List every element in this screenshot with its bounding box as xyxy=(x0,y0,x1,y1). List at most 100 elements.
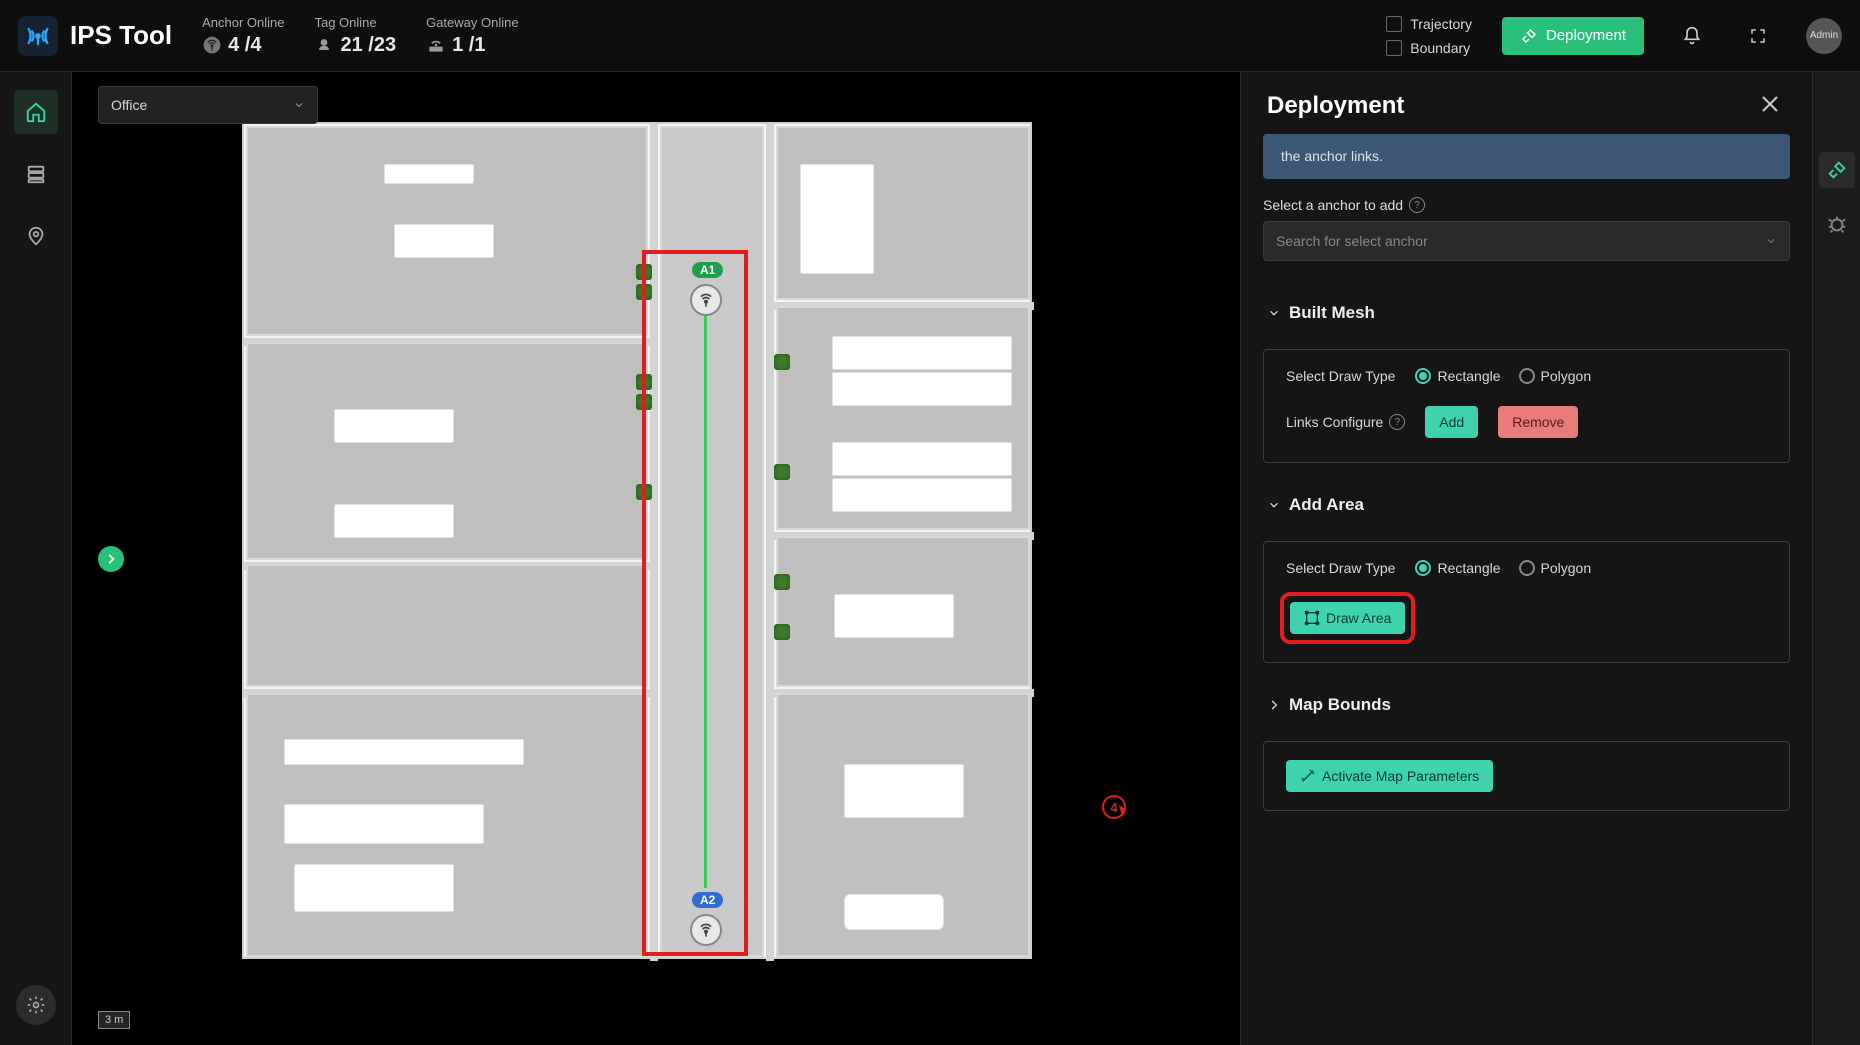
close-icon xyxy=(1758,92,1782,116)
stat-value: 4 /4 xyxy=(228,34,261,57)
radio-polygon[interactable]: Polygon xyxy=(1519,368,1592,384)
radio-icon xyxy=(1519,368,1535,384)
field-label: Select Draw Type xyxy=(1286,560,1395,576)
chevron-right-icon xyxy=(1267,698,1281,712)
pin-icon xyxy=(25,225,47,247)
user-avatar[interactable]: Admin xyxy=(1806,18,1842,54)
radio-rectangle[interactable]: Rectangle xyxy=(1415,368,1500,384)
nav-devices[interactable] xyxy=(14,152,58,196)
bell-icon xyxy=(1682,26,1702,46)
chevron-right-icon xyxy=(104,552,118,566)
fullscreen-button[interactable] xyxy=(1740,18,1776,54)
checkbox-icon xyxy=(1386,40,1402,56)
notifications-button[interactable] xyxy=(1674,18,1710,54)
button-label: Activate Map Parameters xyxy=(1322,768,1479,784)
toggle-trajectory[interactable]: Trajectory xyxy=(1386,16,1472,32)
section-title: Map Bounds xyxy=(1289,695,1391,715)
stat-gateway: Gateway Online 1 /1 xyxy=(426,15,519,57)
chevron-down-icon xyxy=(1267,306,1281,320)
button-label: Remove xyxy=(1512,414,1564,430)
section-title: Add Area xyxy=(1289,495,1364,515)
section-toggle[interactable]: Map Bounds xyxy=(1263,681,1790,729)
toggle-label: Boundary xyxy=(1410,40,1470,56)
section-add-area: Select Draw Type Rectangle Polygon xyxy=(1263,541,1790,663)
tools-icon xyxy=(1520,27,1538,45)
tab-tools[interactable] xyxy=(1819,152,1855,188)
section-built-mesh-header: Built Mesh xyxy=(1263,289,1790,337)
section-title: Built Mesh xyxy=(1289,303,1375,323)
checkbox-icon xyxy=(1386,16,1402,32)
stat-label: Anchor Online xyxy=(202,15,284,30)
section-map-bounds: Activate Map Parameters xyxy=(1263,741,1790,811)
radio-polygon-area[interactable]: Polygon xyxy=(1519,560,1592,576)
nav-sidebar xyxy=(0,72,72,1045)
draw-icon xyxy=(1304,610,1320,626)
selected-area-highlight xyxy=(642,250,748,956)
stat-tag: Tag Online 21 /23 xyxy=(314,15,396,57)
info-box: the anchor links. xyxy=(1263,134,1790,179)
settings-button[interactable] xyxy=(16,985,56,1025)
button-label: Draw Area xyxy=(1326,610,1391,626)
stat-label: Gateway Online xyxy=(426,15,519,30)
section-built-mesh: Select Draw Type Rectangle Polygon Links… xyxy=(1263,349,1790,463)
radio-icon xyxy=(1415,560,1431,576)
map-scale: 3 m xyxy=(98,1011,130,1029)
tab-debug[interactable] xyxy=(1819,206,1855,242)
radio-icon xyxy=(1415,368,1431,384)
radio-icon xyxy=(1519,560,1535,576)
info-text: the anchor links. xyxy=(1281,148,1383,164)
nav-home[interactable] xyxy=(14,90,58,134)
toggle-boundary[interactable]: Boundary xyxy=(1386,40,1472,56)
map-viewport[interactable]: Office xyxy=(72,72,1240,1045)
map-selector[interactable]: Office xyxy=(98,86,318,124)
add-link-button[interactable]: Add xyxy=(1425,406,1478,438)
button-label: Deployment xyxy=(1546,27,1626,44)
radio-label: Polygon xyxy=(1541,368,1592,384)
remove-link-button[interactable]: Remove xyxy=(1498,406,1578,438)
tools-icon xyxy=(1826,159,1848,181)
chevron-down-icon xyxy=(1765,235,1777,247)
deployment-button[interactable]: Deployment xyxy=(1502,17,1644,55)
chevron-down-icon xyxy=(293,99,305,111)
draw-area-button[interactable]: Draw Area xyxy=(1290,602,1405,634)
bug-icon xyxy=(1826,213,1848,235)
help-icon[interactable]: ? xyxy=(1409,197,1425,213)
map-select-value: Office xyxy=(111,97,147,113)
sidebar-collapse-button[interactable] xyxy=(98,546,124,572)
radio-rectangle-area[interactable]: Rectangle xyxy=(1415,560,1500,576)
section-toggle[interactable]: Built Mesh xyxy=(1263,289,1790,337)
overlay-toggles: Trajectory Boundary xyxy=(1386,16,1472,56)
stack-icon xyxy=(25,163,47,185)
radio-label: Polygon xyxy=(1541,560,1592,576)
tag-icon xyxy=(314,35,334,55)
logo-icon xyxy=(18,16,58,56)
wand-icon xyxy=(1300,768,1316,784)
activate-map-params-button[interactable]: Activate Map Parameters xyxy=(1286,760,1493,792)
chevron-down-icon xyxy=(1267,498,1281,512)
app-header: IPS Tool Anchor Online 4 /4 Tag Online 2… xyxy=(0,0,1860,72)
app-title: IPS Tool xyxy=(70,20,172,51)
panel-side-tabs xyxy=(1812,72,1860,1045)
toggle-label: Trajectory xyxy=(1410,16,1472,32)
close-panel-button[interactable] xyxy=(1758,92,1786,120)
gateway-icon xyxy=(426,35,446,55)
nav-location[interactable] xyxy=(14,214,58,258)
placeholder-text: Search for select anchor xyxy=(1276,233,1428,249)
deployment-panel: Deployment the anchor links. Select a an… xyxy=(1240,72,1860,1045)
stat-anchor: Anchor Online 4 /4 xyxy=(202,15,284,57)
gear-icon xyxy=(26,995,46,1015)
anchor-icon xyxy=(202,35,222,55)
radio-label: Rectangle xyxy=(1437,560,1500,576)
main-area: Office xyxy=(72,72,1860,1045)
radio-label: Rectangle xyxy=(1437,368,1500,384)
panel-title: Deployment xyxy=(1267,92,1404,120)
stat-value: 21 /23 xyxy=(340,34,396,57)
help-icon[interactable]: ? xyxy=(1389,414,1405,430)
anchor-select-label: Select a anchor to add ? xyxy=(1263,197,1790,213)
stat-label: Tag Online xyxy=(314,15,396,30)
stat-value: 1 /1 xyxy=(452,34,485,57)
logo-wrap: IPS Tool xyxy=(18,16,172,56)
anchor-select-input[interactable]: Search for select anchor xyxy=(1263,221,1790,261)
fullscreen-icon xyxy=(1749,27,1767,45)
section-toggle[interactable]: Add Area xyxy=(1263,481,1790,529)
